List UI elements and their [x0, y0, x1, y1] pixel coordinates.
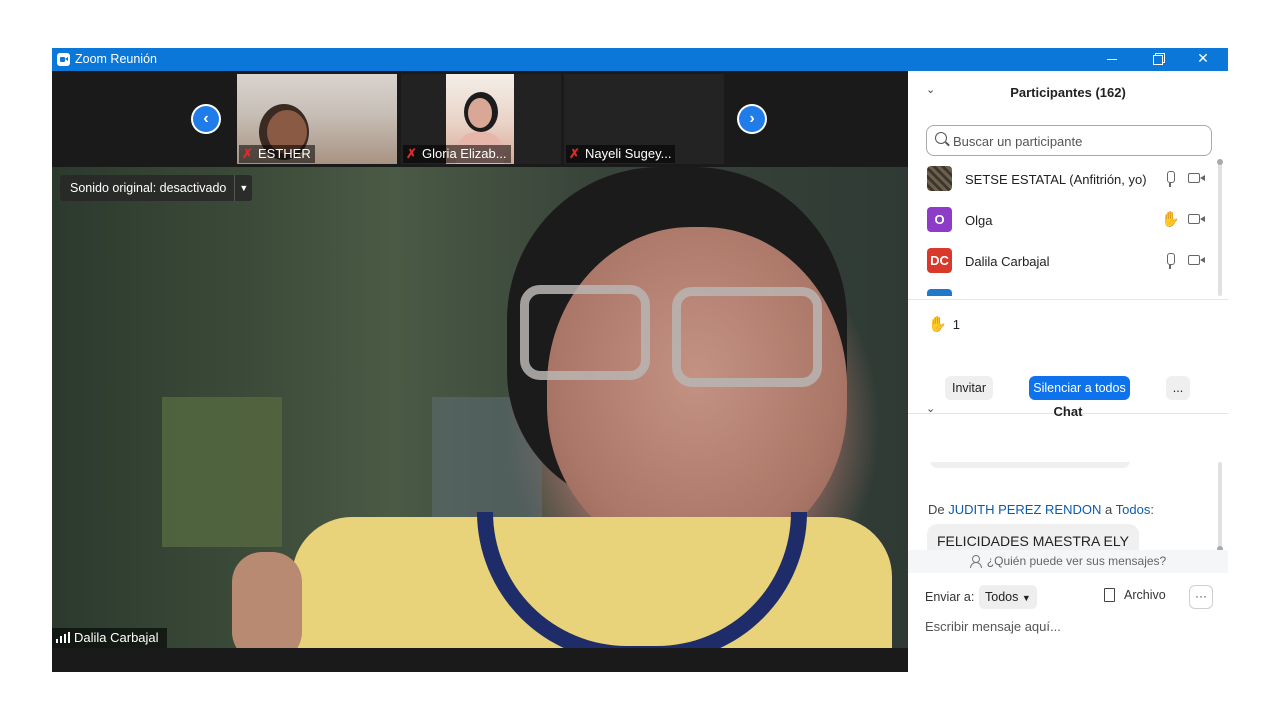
- message-to-word: a: [1105, 502, 1113, 517]
- file-icon: [1104, 588, 1115, 602]
- divider: [908, 299, 1228, 300]
- speaker-name-tag: Dalila Carbajal: [52, 628, 167, 648]
- participant-row[interactable]: [908, 282, 1218, 296]
- participant-row[interactable]: O Olga ✋: [908, 200, 1218, 241]
- participants-title: Participantes (162): [1010, 85, 1126, 100]
- avatar: O: [927, 207, 952, 232]
- search-icon: [935, 132, 947, 144]
- muted-mic-icon: ✗: [242, 146, 253, 161]
- chevron-down-icon: ▼: [1021, 593, 1031, 603]
- avatar: DC: [927, 248, 952, 273]
- next-page-button[interactable]: ›: [737, 104, 767, 134]
- original-sound-dropdown[interactable]: Sonido original: desactivado ▼: [60, 175, 253, 201]
- participant-row[interactable]: DC Dalila Carbajal: [908, 241, 1218, 282]
- participant-search[interactable]: [926, 125, 1212, 156]
- video-camera-icon[interactable]: [1188, 214, 1205, 224]
- muted-mic-icon: ✗: [406, 146, 417, 161]
- raised-hand-icon[interactable]: ✋: [1161, 210, 1180, 228]
- thumbnail-name: ESTHER: [258, 146, 311, 161]
- message-prefix: De: [928, 502, 945, 517]
- signal-strength-icon: [56, 632, 70, 643]
- zoom-window: Zoom Reunión ✕ ‹ ✗ ESTHER ✗ Gloria Elizab.…: [52, 48, 1228, 672]
- avatar: [927, 166, 952, 191]
- send-to-value: Todos: [985, 590, 1019, 604]
- participant-name: SETSE ESTATAL (Anfitrión, yo): [965, 172, 1147, 187]
- speaker-hand: [232, 552, 302, 648]
- raised-hand-icon: ✋: [928, 316, 947, 333]
- window-title: Zoom Reunión: [75, 52, 157, 66]
- caret-down-icon[interactable]: ▼: [234, 175, 252, 201]
- file-button[interactable]: Archivo: [1104, 588, 1166, 602]
- participant-name: Olga: [965, 213, 993, 228]
- who-can-see-messages-link[interactable]: ¿Quién puede ver sus mensajes?: [908, 550, 1228, 573]
- title-bar: Zoom Reunión ✕: [52, 48, 1228, 71]
- message-sender[interactable]: JUDITH PEREZ RENDON: [948, 502, 1101, 517]
- speaker-name: Dalila Carbajal: [74, 630, 159, 645]
- active-speaker-video[interactable]: Sonido original: desactivado ▼ Dalila Car…: [52, 167, 908, 648]
- participant-list-scrollbar[interactable]: [1217, 159, 1223, 296]
- participant-name: Dalila Carbajal: [965, 254, 1050, 269]
- maximize-button[interactable]: [1135, 48, 1181, 71]
- thumbnail-name-tag: ✗ Nayeli Sugey...: [566, 145, 676, 163]
- chevron-left-icon: ‹: [193, 106, 219, 132]
- speaker-glasses-left: [520, 285, 650, 380]
- video-camera-icon[interactable]: [1188, 173, 1205, 183]
- gallery-strip: ‹ ✗ ESTHER ✗ Gloria Elizab... ✗ Nayeli Suge…: [52, 71, 908, 167]
- muted-mic-icon: ✗: [569, 146, 580, 161]
- previous-page-button[interactable]: ‹: [191, 104, 221, 134]
- avatar: [927, 289, 952, 296]
- thumbnail-name-tag: ✗ Gloria Elizab...: [403, 145, 511, 163]
- background-shelf: [162, 397, 282, 547]
- person-info-icon: [969, 555, 982, 568]
- video-thumbnail[interactable]: ✗ Gloria Elizab...: [401, 74, 561, 164]
- video-thumbnail[interactable]: ✗ ESTHER: [237, 74, 397, 164]
- raised-hands-count: 1: [952, 317, 960, 332]
- participant-search-input[interactable]: [953, 131, 1203, 151]
- microphone-icon[interactable]: [1165, 252, 1175, 270]
- video-thumbnail[interactable]: ✗ Nayeli Sugey...: [564, 74, 724, 164]
- chat-title: Chat: [1053, 404, 1083, 419]
- chat-scrollbar[interactable]: [1217, 462, 1223, 552]
- participant-video-face: [468, 98, 492, 128]
- video-camera-icon[interactable]: [1188, 255, 1205, 265]
- chat-message-input[interactable]: [925, 616, 1215, 636]
- message-header: De JUDITH PEREZ RENDON a Todos:: [928, 502, 1154, 517]
- chat-header: ⌄ Chat: [908, 390, 1228, 430]
- send-to-label: Enviar a:: [925, 590, 975, 604]
- speaker-glasses-right: [672, 287, 822, 387]
- minimize-button[interactable]: [1090, 48, 1136, 71]
- close-button[interactable]: ✕: [1180, 48, 1226, 71]
- raised-hands-summary: ✋ 1: [928, 315, 960, 333]
- zoom-app-icon: [57, 53, 70, 66]
- side-panel: ⌄ Participantes (162) SETSE ESTATAL (Anf…: [908, 71, 1228, 672]
- microphone-icon[interactable]: [1165, 170, 1175, 188]
- participant-row[interactable]: SETSE ESTATAL (Anfitrión, yo): [908, 159, 1218, 200]
- participants-header: ⌄ Participantes (162): [908, 71, 1228, 111]
- thumbnail-name-tag: ✗ ESTHER: [239, 145, 315, 163]
- video-bottom-strip: [52, 648, 908, 672]
- thumbnail-name: Nayeli Sugey...: [585, 146, 672, 161]
- send-to-dropdown[interactable]: Todos ▼: [979, 585, 1037, 609]
- participant-list: SETSE ESTATAL (Anfitrión, yo) O Olga ✋ D…: [908, 159, 1228, 296]
- speaker-face: [547, 227, 847, 557]
- chevron-right-icon: ›: [739, 106, 765, 132]
- thumbnail-name: Gloria Elizab...: [422, 146, 507, 161]
- file-label: Archivo: [1124, 588, 1166, 602]
- chat-more-button[interactable]: ···: [1189, 585, 1213, 609]
- message-recipient: Todos:: [1115, 502, 1154, 517]
- original-sound-label: Sonido original: desactivado: [70, 181, 227, 195]
- who-can-see-text: ¿Quién puede ver sus mensajes?: [986, 554, 1167, 568]
- previous-message-bubble: [930, 462, 1130, 468]
